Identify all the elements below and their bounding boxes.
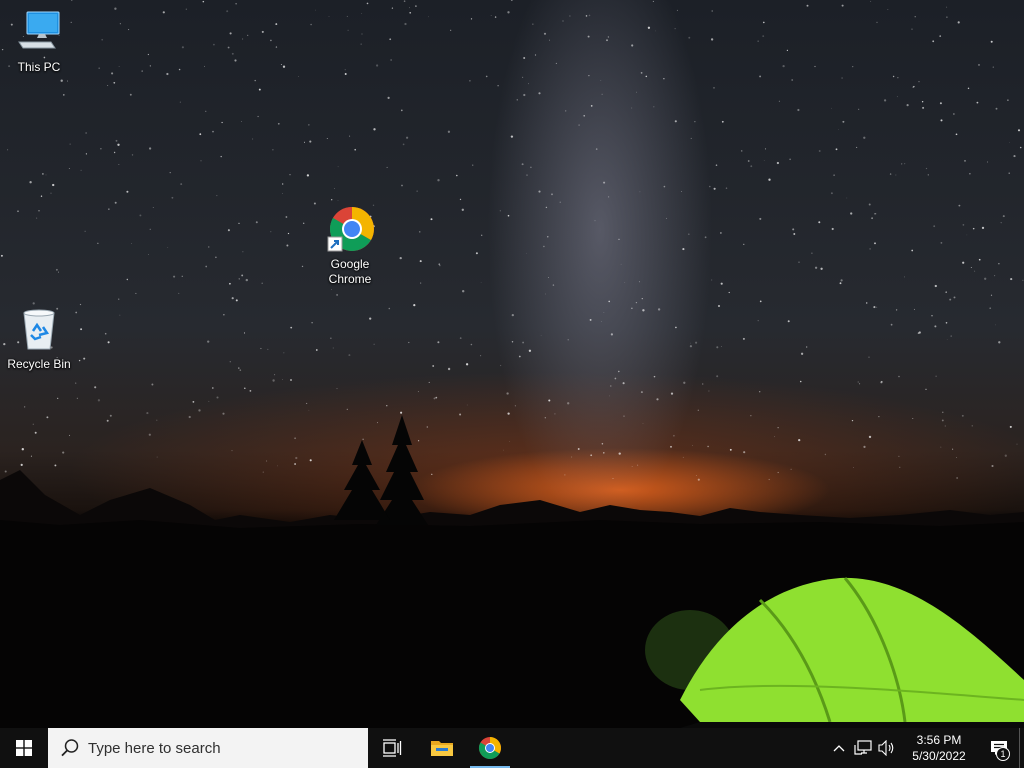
chevron-up-icon [833, 745, 845, 752]
wallpaper-scene [0, 0, 1024, 728]
network-icon [854, 740, 872, 755]
volume-button[interactable] [875, 728, 899, 768]
chrome-taskbar-button[interactable] [466, 728, 514, 768]
folder-icon [431, 741, 453, 756]
task-view-icon [383, 739, 402, 757]
clock-date: 5/30/2022 [912, 749, 966, 763]
desktop-icon-label: Recycle Bin [7, 357, 71, 371]
desktop-icon-label: This PC [17, 60, 61, 74]
file-explorer-button[interactable] [418, 728, 466, 768]
start-button[interactable] [0, 728, 48, 768]
notification-count-badge: 1 [996, 747, 1010, 761]
system-tray: 3:56 PM 5/30/2022 1 [827, 728, 1024, 768]
taskbar-clock[interactable]: 3:56 PM 5/30/2022 [899, 732, 979, 764]
taskbar: 3:56 PM 5/30/2022 1 [0, 728, 1024, 768]
desktop-icon-this-pc[interactable]: This PC [1, 8, 77, 75]
show-desktop-button[interactable] [1019, 728, 1024, 768]
show-hidden-icons-button[interactable] [827, 728, 851, 768]
recycle-bin-icon [15, 305, 63, 353]
taskbar-search-box[interactable] [48, 728, 368, 768]
task-view-button[interactable] [368, 728, 416, 768]
desktop-icon-label: Google Chrome [328, 257, 372, 286]
computer-icon [15, 8, 63, 56]
speaker-icon [878, 740, 894, 756]
desktop-icon-google-chrome[interactable]: Google Chrome [312, 205, 388, 287]
tree-silhouettes [334, 415, 428, 525]
chrome-icon [326, 205, 374, 253]
search-icon [61, 739, 79, 757]
search-input[interactable] [88, 739, 348, 757]
network-button[interactable] [851, 728, 875, 768]
desktop-wallpaper [0, 0, 1024, 728]
clock-time: 3:56 PM [916, 733, 962, 747]
action-center-button[interactable]: 1 [979, 728, 1019, 768]
desktop-icon-recycle-bin[interactable]: Recycle Bin [1, 305, 77, 372]
chrome-icon [479, 737, 501, 759]
windows-logo-icon [16, 740, 32, 756]
